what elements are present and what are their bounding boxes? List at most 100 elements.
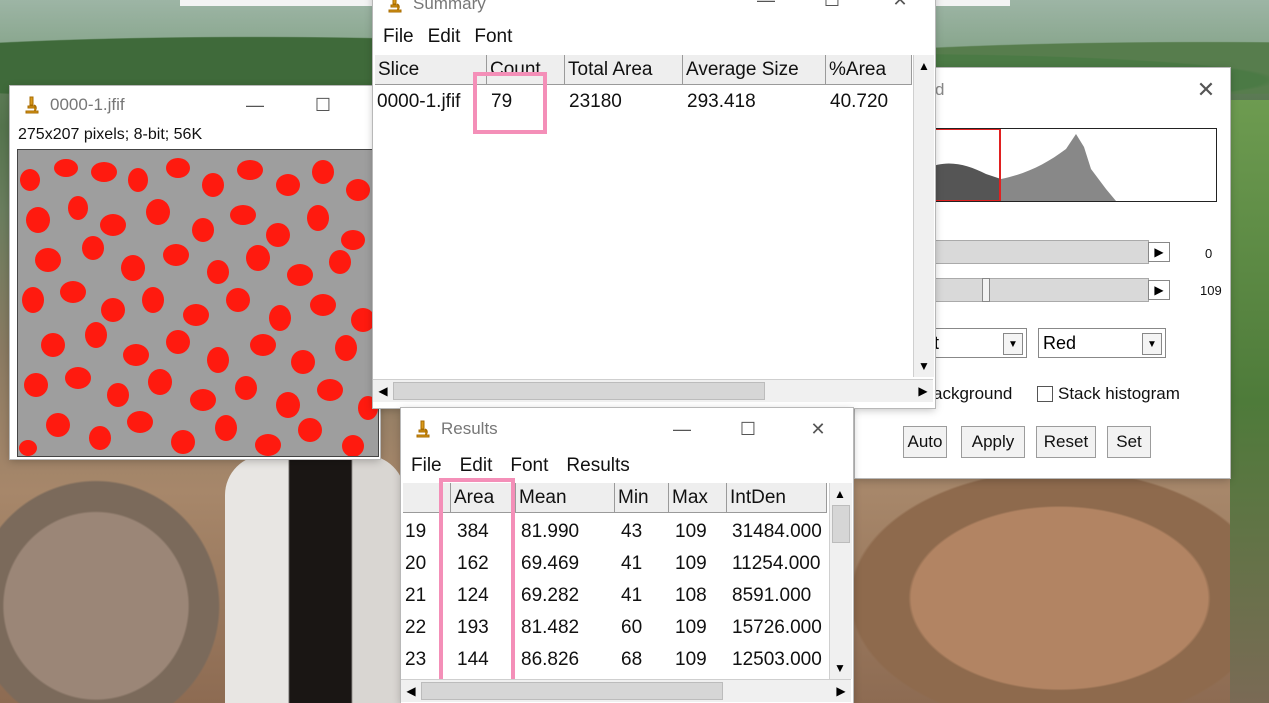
cell-mean: 81.482 xyxy=(521,617,580,638)
minimize-icon[interactable]: — xyxy=(232,86,278,124)
menu-file[interactable]: File xyxy=(383,26,414,48)
results-horizontal-scrollbar[interactable]: ◀ ▶ xyxy=(401,679,851,702)
scroll-down-icon[interactable]: ▼ xyxy=(830,659,850,677)
microscope-icon xyxy=(388,0,402,13)
set-button[interactable]: Set xyxy=(1107,426,1151,458)
cell-slice: 0000-1.jfif xyxy=(377,91,461,112)
menu-file[interactable]: File xyxy=(411,455,442,477)
col-header-max[interactable]: Max xyxy=(669,483,727,513)
scroll-left-icon[interactable]: ◀ xyxy=(401,682,421,700)
col-header-min[interactable]: Min xyxy=(615,483,669,513)
background-grass xyxy=(1230,100,1269,703)
cell-intden: 8591.000 xyxy=(732,585,812,606)
col-header-mean[interactable]: Mean xyxy=(516,483,615,513)
table-row[interactable]: 0000-1.jfif 79 23180 293.418 40.720 xyxy=(373,86,913,118)
col-header-total-area[interactable]: Total Area xyxy=(565,55,683,85)
background-rock xyxy=(0,460,240,703)
scroll-up-icon[interactable]: ▲ xyxy=(830,485,850,503)
menu-font[interactable]: Font xyxy=(510,455,548,477)
cell-min: 68 xyxy=(621,649,643,670)
scroll-right-icon[interactable]: ▶ xyxy=(913,382,933,400)
area-column-highlight xyxy=(439,478,515,684)
reset-button[interactable]: Reset xyxy=(1036,426,1096,458)
cell-min: 43 xyxy=(621,521,643,542)
scroll-left-icon[interactable]: ◀ xyxy=(373,382,393,400)
image-window-title: 0000-1.jfif xyxy=(50,95,125,114)
scroll-thumb[interactable] xyxy=(393,382,765,400)
summary-vertical-scrollbar[interactable]: ▲ ▼ xyxy=(913,55,934,377)
scroll-down-icon[interactable]: ▼ xyxy=(914,357,934,375)
minimum-value: 0 xyxy=(1205,246,1213,261)
particle-overlay xyxy=(18,150,378,456)
maximize-icon[interactable]: ☐ xyxy=(725,408,771,450)
menu-font[interactable]: Font xyxy=(474,26,512,48)
scroll-right-icon[interactable]: ▶ xyxy=(831,682,851,700)
cell-intden: 12503.000 xyxy=(732,649,822,670)
minimize-icon[interactable]: — xyxy=(659,408,705,450)
results-titlebar[interactable]: Results xyxy=(401,408,853,450)
minimize-icon[interactable]: — xyxy=(743,0,789,14)
thresholded-image[interactable] xyxy=(17,149,379,457)
cell-intden: 31484.000 xyxy=(732,521,822,542)
menu-edit[interactable]: Edit xyxy=(460,455,493,477)
cell-max: 109 xyxy=(675,649,707,670)
slider-right-arrow-icon[interactable]: ▶ xyxy=(1148,280,1170,300)
menu-edit[interactable]: Edit xyxy=(428,26,461,48)
close-icon[interactable]: ✕ xyxy=(877,0,923,14)
cell-row-number: 22 xyxy=(405,617,427,638)
menu-results[interactable]: Results xyxy=(566,455,629,477)
chevron-down-icon[interactable]: ▼ xyxy=(1142,333,1162,355)
display-mode-select[interactable]: Red ▼ xyxy=(1038,328,1166,358)
scroll-up-icon[interactable]: ▲ xyxy=(914,57,934,75)
cell-row-number: 20 xyxy=(405,553,427,574)
results-vertical-scrollbar[interactable]: ▲ ▼ xyxy=(829,483,852,679)
cell-min: 41 xyxy=(621,585,643,606)
scroll-thumb[interactable] xyxy=(832,505,850,543)
background-person xyxy=(225,455,405,703)
stack-histogram-checkbox[interactable] xyxy=(1037,386,1053,402)
dark-background-label[interactable]: ackground xyxy=(933,384,1012,404)
results-window[interactable]: Results — ☐ ✕ File Edit Font Results Are… xyxy=(401,408,853,703)
slider-thumb[interactable] xyxy=(982,278,990,302)
cell-total-area: 23180 xyxy=(569,91,622,112)
chevron-down-icon[interactable]: ▼ xyxy=(1003,333,1023,355)
close-icon[interactable]: ✕ xyxy=(795,408,841,450)
apply-button[interactable]: Apply xyxy=(961,426,1025,458)
cell-max: 108 xyxy=(675,585,707,606)
method-select[interactable]: lt ▼ xyxy=(925,328,1027,358)
count-highlight xyxy=(473,72,547,134)
cell-mean: 81.990 xyxy=(521,521,580,542)
maximize-icon[interactable]: ☐ xyxy=(809,0,855,14)
auto-button[interactable]: Auto xyxy=(903,426,947,458)
maximum-value: 109 xyxy=(1200,283,1222,298)
close-icon[interactable]: ✕ xyxy=(1183,74,1229,106)
minimum-slider[interactable] xyxy=(925,240,1149,264)
cell-max: 109 xyxy=(675,553,707,574)
col-header-average-size[interactable]: Average Size xyxy=(683,55,826,85)
results-title: Results xyxy=(441,419,498,438)
cell-mean: 69.282 xyxy=(521,585,580,606)
slider-right-arrow-icon[interactable]: ▶ xyxy=(1148,242,1170,262)
histogram-panel xyxy=(925,128,1217,202)
cell-row-number: 21 xyxy=(405,585,427,606)
cell-row-number: 19 xyxy=(405,521,427,542)
background-rock xyxy=(850,470,1269,703)
display-mode-value: Red xyxy=(1043,333,1077,353)
cell-max: 109 xyxy=(675,521,707,542)
scroll-thumb[interactable] xyxy=(421,682,723,700)
cell-max: 109 xyxy=(675,617,707,638)
maximize-icon[interactable]: ☐ xyxy=(300,86,346,124)
cell-min: 41 xyxy=(621,553,643,574)
image-window[interactable]: 0000-1.jfif — ☐ 275x207 pixels; 8-bit; 5… xyxy=(10,86,380,459)
cell-intden: 15726.000 xyxy=(732,617,822,638)
summary-window[interactable]: Summary — ☐ ✕ File Edit Font Slice Count… xyxy=(373,0,935,408)
stack-histogram-label[interactable]: Stack histogram xyxy=(1058,384,1180,404)
histogram-plot xyxy=(926,129,1116,201)
col-header-slice[interactable]: Slice xyxy=(375,55,487,85)
summary-horizontal-scrollbar[interactable]: ◀ ▶ xyxy=(373,379,933,402)
cell-mean: 69.469 xyxy=(521,553,580,574)
col-header-intden[interactable]: IntDen xyxy=(727,483,827,513)
microscope-icon xyxy=(416,420,430,438)
maximum-slider[interactable] xyxy=(925,278,1149,302)
col-header-pct-area[interactable]: %Area xyxy=(826,55,912,85)
